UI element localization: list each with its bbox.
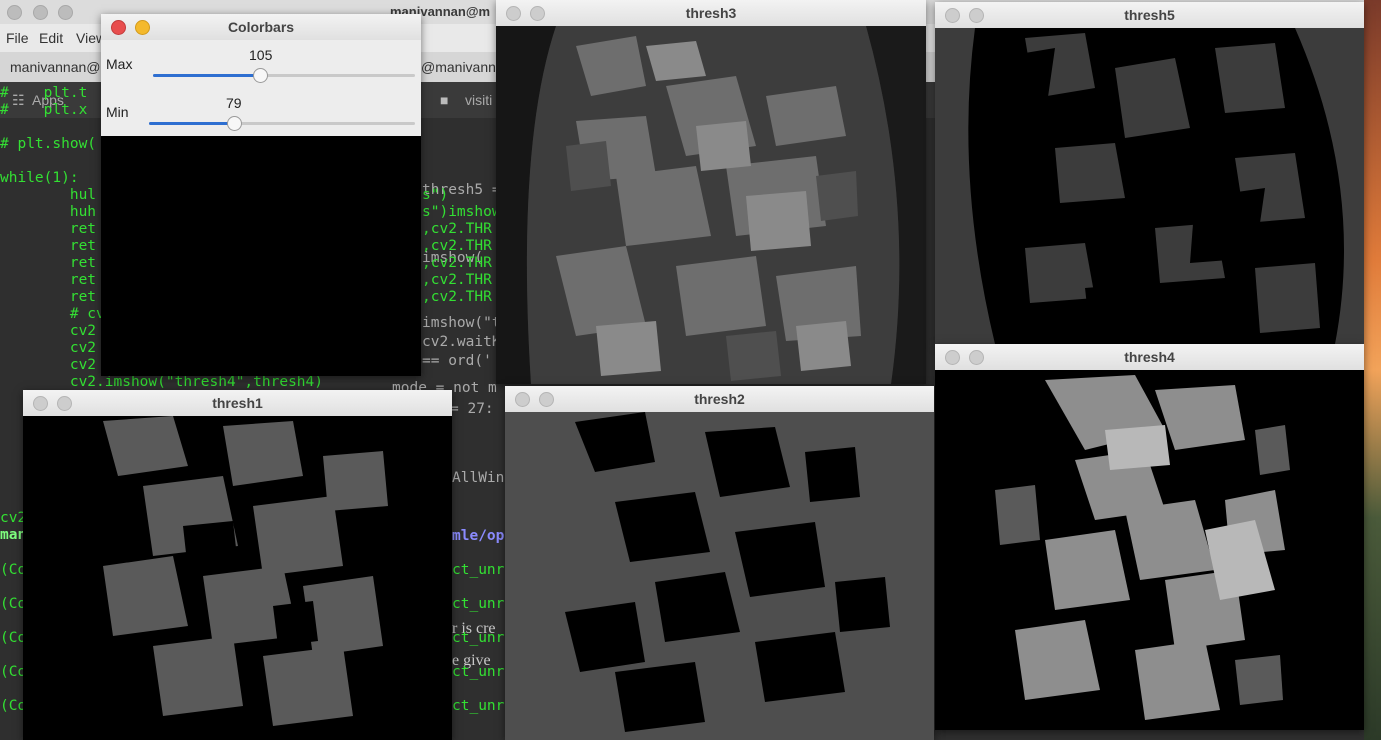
code-line: ret bbox=[0, 255, 97, 271]
desktop-wallpaper bbox=[1364, 0, 1381, 740]
titlebar[interactable]: thresh1 bbox=[23, 390, 452, 417]
max-label: Max bbox=[106, 56, 133, 72]
titlebar[interactable]: thresh4 bbox=[935, 344, 1364, 371]
code-line: cv2 bbox=[0, 357, 97, 373]
titlebar[interactable]: Colorbars bbox=[101, 14, 421, 41]
window-title: thresh1 bbox=[212, 395, 263, 411]
code-line: cv2.waitK bbox=[422, 334, 501, 350]
window-thresh3[interactable]: thresh3 bbox=[496, 0, 926, 384]
image-canvas bbox=[505, 412, 934, 740]
code-line: ct_unr bbox=[452, 630, 505, 646]
code-line: # plt.x bbox=[0, 102, 88, 118]
max-value: 105 bbox=[249, 47, 273, 63]
min-label: Min bbox=[106, 104, 129, 120]
threshold-image bbox=[935, 28, 1364, 344]
titlebar[interactable]: thresh5 bbox=[935, 2, 1364, 29]
min-value: 79 bbox=[226, 95, 242, 111]
titlebar[interactable]: thresh2 bbox=[505, 386, 934, 413]
window-title: thresh2 bbox=[694, 391, 745, 407]
code-line: ret bbox=[0, 289, 97, 305]
max-slider-fill bbox=[153, 74, 261, 77]
code-line: cv2 bbox=[0, 323, 97, 339]
code-line: = 27: bbox=[450, 401, 494, 417]
code-line: while(1): bbox=[0, 170, 79, 186]
code-line: ret bbox=[0, 272, 97, 288]
code-line: cv2.imshow("thresh4",thresh4) bbox=[0, 374, 324, 390]
window-colorbars[interactable]: Colorbars Max 105 Min 79 bbox=[101, 14, 421, 376]
code-line: ct_unr bbox=[452, 698, 505, 714]
code-line: == ord(' bbox=[422, 353, 492, 369]
code-line: AllWin bbox=[452, 470, 505, 486]
titlebar[interactable]: thresh3 bbox=[496, 0, 926, 27]
code-line: # plt.show( bbox=[0, 136, 97, 152]
window-title: thresh3 bbox=[685, 5, 737, 21]
code-line: ct_unr bbox=[452, 664, 505, 680]
window-thresh2[interactable]: thresh2 bbox=[505, 386, 934, 740]
threshold-image bbox=[23, 416, 452, 740]
threshold-image bbox=[935, 370, 1364, 730]
code-line: ,cv2.THR bbox=[422, 289, 492, 305]
max-slider[interactable] bbox=[153, 68, 415, 83]
window-thresh4[interactable]: thresh4 bbox=[935, 344, 1364, 730]
window-title: thresh5 bbox=[1124, 7, 1175, 23]
window-title: Colorbars bbox=[227, 19, 295, 35]
window-title: thresh4 bbox=[1124, 349, 1175, 365]
trackbar-panel: Max 105 Min 79 bbox=[101, 40, 421, 136]
code-line: ,cv2.THR bbox=[422, 255, 492, 271]
max-slider-handle[interactable] bbox=[253, 68, 269, 83]
image-canvas bbox=[935, 370, 1364, 730]
code-line: ct_unr bbox=[452, 562, 505, 578]
min-slider-fill bbox=[149, 122, 235, 125]
code-line: ret bbox=[0, 221, 97, 237]
window-thresh5[interactable]: thresh5 bbox=[935, 2, 1364, 344]
min-slider-handle[interactable] bbox=[227, 116, 243, 131]
code-line: cv2 bbox=[0, 340, 97, 356]
window-thresh1[interactable]: thresh1 bbox=[23, 390, 452, 740]
image-canvas bbox=[935, 28, 1364, 344]
threshold-image bbox=[505, 412, 934, 740]
code-line: hul bbox=[0, 187, 97, 203]
code-line: s") bbox=[422, 187, 449, 203]
code-line: ct_unr bbox=[452, 596, 505, 612]
min-slider[interactable] bbox=[149, 116, 415, 131]
code-line: ,cv2.THR bbox=[422, 221, 492, 237]
code-line: huh bbox=[0, 204, 97, 220]
code-line: # plt.t bbox=[0, 85, 88, 101]
code-line: ret bbox=[0, 238, 97, 254]
grayscale-image bbox=[496, 26, 926, 384]
code-line: imshow("t bbox=[422, 315, 501, 331]
code-line: ,cv2.THR bbox=[422, 272, 492, 288]
code-line: # cv bbox=[0, 306, 105, 322]
image-canvas bbox=[496, 26, 926, 384]
code-line: mle/op bbox=[452, 528, 505, 544]
image-canvas bbox=[23, 416, 452, 740]
